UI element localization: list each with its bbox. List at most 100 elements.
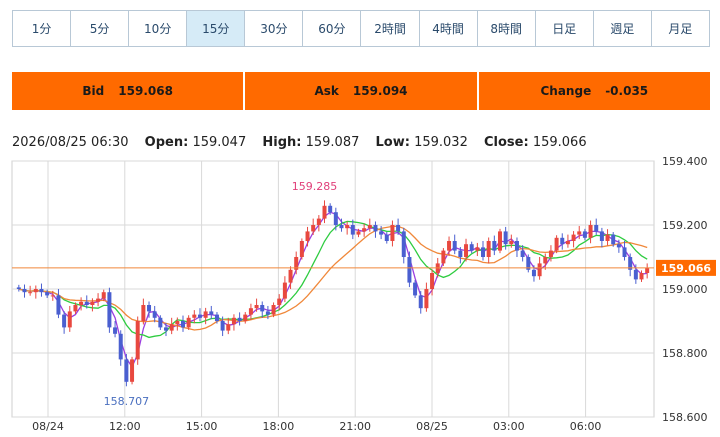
candle-body	[645, 267, 650, 273]
candle-body	[390, 225, 395, 241]
candle-body	[220, 321, 225, 331]
timeframe-tab[interactable]: 8時間	[478, 11, 536, 46]
candle-body	[362, 228, 367, 232]
y-tick-label: 158.800	[662, 347, 708, 360]
x-tick-label: 06:00	[570, 420, 602, 433]
bid-label: Bid	[82, 84, 105, 98]
candle-body	[56, 295, 61, 315]
candle-body	[50, 295, 55, 297]
candle-body	[152, 311, 157, 318]
timeframe-tabs: 1分 5分 10分 15分 30分 60分 2時間 4時間 8時間 日足 週足 月足	[12, 10, 710, 47]
candle-body	[356, 231, 361, 235]
candle-body	[469, 244, 474, 251]
candle-body	[158, 317, 163, 328]
candle-body	[565, 241, 570, 245]
timeframe-tab[interactable]: 週足	[594, 11, 652, 46]
candle-body	[84, 301, 89, 305]
x-tick-label: 08/25	[416, 420, 448, 433]
candle-body	[164, 327, 169, 331]
candle-body	[254, 305, 259, 309]
timeframe-tab[interactable]: 月足	[652, 11, 709, 46]
candle-body	[577, 231, 582, 235]
high-annotation: 159.285	[292, 180, 338, 193]
candle-body	[39, 289, 44, 293]
candle-body	[311, 225, 316, 232]
change-label: Change	[540, 84, 592, 98]
x-tick-label: 15:00	[186, 420, 218, 433]
candle-body	[571, 234, 576, 241]
candle-body	[514, 241, 519, 251]
candle-body	[605, 234, 610, 241]
ask-value: 159.094	[352, 84, 408, 98]
high-label: High:	[262, 135, 302, 150]
candle-body	[243, 314, 248, 321]
timeframe-tab[interactable]: 60分	[303, 11, 362, 46]
y-tick-label: 159.200	[662, 219, 708, 232]
candle-body	[588, 225, 593, 238]
candle-body	[226, 324, 231, 331]
candle-body	[101, 292, 106, 299]
x-tick-label: 08/24	[32, 420, 64, 433]
candle-body	[288, 269, 293, 283]
candle-body	[175, 321, 180, 325]
candle-body	[124, 359, 129, 382]
candle-body	[413, 282, 418, 296]
timeframe-tab[interactable]: 30分	[245, 11, 304, 46]
ohlc-readout: 2026/08/25 06:30 Open: 159.047 High: 159…	[12, 135, 587, 150]
bid-value: 159.068	[118, 84, 173, 98]
candle-body	[328, 205, 333, 213]
timeframe-tab[interactable]: 日足	[536, 11, 594, 46]
candle-body	[350, 225, 355, 235]
candle-body	[441, 250, 446, 264]
timeframe-tab[interactable]: 15分	[187, 11, 246, 46]
candle-body	[265, 311, 270, 315]
candle-body	[277, 298, 282, 305]
candle-body	[130, 359, 135, 382]
candle-body	[333, 212, 338, 225]
current-price-label: 159.066	[661, 262, 711, 275]
candlestick-chart-svg[interactable]: 159.400 159.200 159.000 158.800 158.600 08/24…	[0, 155, 720, 437]
timeframe-tab[interactable]: 4時間	[420, 11, 478, 46]
candle-body	[396, 225, 401, 232]
candle-body	[214, 314, 219, 321]
candle-body	[107, 292, 112, 328]
candle-body	[639, 273, 644, 280]
candle-body	[560, 237, 565, 245]
candle-body	[197, 314, 202, 318]
candle-body	[520, 250, 525, 257]
candle-body	[430, 273, 435, 289]
candle-body	[424, 289, 429, 309]
candle-body	[90, 301, 95, 305]
candle-body	[67, 311, 72, 328]
candle-body	[282, 282, 287, 299]
low-label: Low:	[375, 135, 410, 150]
timeframe-tab[interactable]: 2時間	[361, 11, 420, 46]
price-chart[interactable]: 159.400 159.200 159.000 158.800 158.600 08/24…	[0, 155, 720, 437]
candle-body	[16, 287, 21, 289]
candle-body	[509, 241, 514, 245]
x-tick-label: 03:00	[493, 420, 525, 433]
x-tick-label: 21:00	[339, 420, 371, 433]
candle-body	[260, 305, 265, 312]
candle-body	[497, 231, 502, 251]
candle-body	[339, 225, 344, 229]
candle-body	[316, 218, 321, 225]
candle-body	[73, 305, 78, 312]
timeframe-tab[interactable]: 10分	[129, 11, 188, 46]
candle-body	[475, 247, 480, 251]
candle-body	[503, 231, 508, 245]
candle-body	[28, 292, 33, 294]
candle-body	[305, 231, 310, 241]
candle-body	[531, 269, 536, 277]
quote-bar: Bid 159.068 Ask 159.094 Change -0.035	[12, 72, 710, 110]
candle-body	[458, 250, 463, 257]
candle-body	[379, 231, 384, 235]
high-value: 159.087	[305, 135, 360, 150]
bid-box: Bid 159.068	[12, 72, 244, 110]
timeframe-tab[interactable]: 5分	[71, 11, 130, 46]
candle-body	[486, 241, 491, 257]
candle-body	[407, 257, 412, 283]
candle-body	[118, 333, 123, 360]
candle-body	[62, 314, 67, 328]
timeframe-tab[interactable]: 1分	[13, 11, 72, 46]
